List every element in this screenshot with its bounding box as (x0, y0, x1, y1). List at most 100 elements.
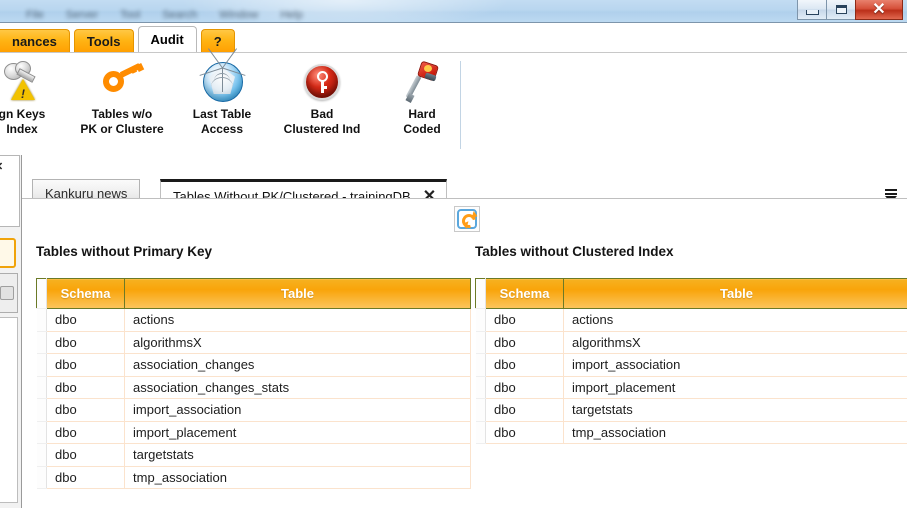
keys-warning-icon: ! (1, 61, 43, 103)
cell-schema[interactable]: dbo (46, 376, 125, 399)
table-row[interactable]: dbo actions (36, 308, 471, 332)
grid-tables-without-clustered-index[interactable]: Schema Table dbo actions dbo algorithmsX dbo… (475, 278, 907, 444)
table-row[interactable]: dbo import_association (36, 398, 471, 422)
cell-table[interactable]: import_placement (563, 376, 907, 399)
panel-title: Tables without Clustered Index (475, 244, 674, 259)
cell-schema[interactable]: dbo (46, 443, 125, 467)
grid-row-selector-header (475, 278, 486, 309)
cell-table[interactable]: targetstats (563, 398, 907, 422)
cell-table[interactable]: actions (124, 308, 471, 332)
cell-table[interactable]: import_association (563, 353, 907, 377)
row-selector-cell[interactable] (475, 353, 486, 377)
ribbon-button-last-table-access[interactable]: Last Table Access (172, 48, 272, 137)
left-panel-highlighted-item[interactable] (0, 238, 16, 268)
table-row[interactable]: dbo tmp_association (475, 421, 907, 444)
cell-table[interactable]: actions (563, 308, 907, 332)
row-selector-cell[interactable] (36, 308, 47, 332)
ribbon-button-label-line1: Last Table (192, 107, 252, 121)
table-row[interactable]: dbo algorithmsX (475, 331, 907, 354)
panel-close-icon[interactable]: ✕ (0, 162, 3, 173)
ribbon-button-foreign-keys-without-index[interactable]: ! gn Keys Index (0, 57, 72, 137)
ribbon-button-hard-coded[interactable]: Hard Coded (372, 57, 472, 137)
cell-table[interactable]: tmp_association (563, 421, 907, 444)
left-docked-panel-strip[interactable]: ✕ (0, 155, 22, 508)
cell-schema[interactable]: dbo (485, 376, 564, 399)
ribbon-tab-help[interactable]: ? (200, 29, 235, 53)
minimize-icon (805, 9, 819, 15)
row-selector-cell[interactable] (36, 398, 47, 422)
ribbon-button-label-line1: Bad (310, 107, 334, 121)
row-selector-cell[interactable] (475, 421, 486, 444)
cell-schema[interactable]: dbo (46, 466, 125, 489)
row-selector-cell[interactable] (36, 466, 47, 489)
cell-schema[interactable]: dbo (46, 353, 125, 377)
ribbon-button-tables-without-pk-or-clustered[interactable]: Tables w/o PK or Clustere (72, 57, 172, 137)
menu-item[interactable]: Search (162, 9, 197, 21)
cell-schema[interactable]: dbo (485, 421, 564, 444)
ribbon-tab-tools[interactable]: Tools (73, 29, 134, 53)
minimize-button[interactable] (797, 0, 827, 20)
cell-schema[interactable]: dbo (485, 398, 564, 422)
grid-column-header-table[interactable]: Table (124, 278, 471, 309)
ribbon-button-label-line2: Coded (403, 122, 441, 136)
table-row[interactable]: dbo targetstats (475, 398, 907, 422)
ribbon-button-bad-clustered-index[interactable]: Bad Clustered Ind (272, 57, 372, 137)
cell-schema[interactable]: dbo (46, 308, 125, 332)
table-row[interactable]: dbo import_placement (475, 376, 907, 399)
cell-table[interactable]: algorithmsX (124, 331, 471, 354)
ribbon: nances Tools Audit ? ! gn Keys Index Tab… (0, 23, 907, 155)
row-selector-cell[interactable] (36, 331, 47, 354)
grid-header-row: Schema Table (36, 278, 471, 309)
maximize-button[interactable] (826, 0, 856, 20)
menu-item[interactable]: Help (280, 9, 303, 21)
cell-table[interactable]: association_changes (124, 353, 471, 377)
ribbon-tab-maintenances[interactable]: nances (0, 29, 70, 53)
cell-schema[interactable]: dbo (46, 398, 125, 422)
cell-schema[interactable]: dbo (485, 308, 564, 332)
row-selector-cell[interactable] (475, 398, 486, 422)
left-panel-grey-item[interactable] (0, 273, 18, 313)
table-row[interactable]: dbo tmp_association (36, 466, 471, 489)
menu-item[interactable]: Server (66, 9, 98, 21)
table-row[interactable]: dbo association_changes_stats (36, 376, 471, 399)
cell-table[interactable]: import_association (124, 398, 471, 422)
cell-table[interactable]: algorithmsX (563, 331, 907, 354)
table-row[interactable]: dbo import_association (475, 353, 907, 377)
close-button[interactable]: ✕ (855, 0, 903, 20)
table-row[interactable]: dbo association_changes (36, 353, 471, 377)
table-row[interactable]: dbo targetstats (36, 443, 471, 467)
grid-header-row: Schema Table (475, 278, 907, 309)
cell-table[interactable]: import_placement (124, 421, 471, 444)
cell-table[interactable]: association_changes_stats (124, 376, 471, 399)
row-selector-cell[interactable] (475, 331, 486, 354)
cell-schema[interactable]: dbo (46, 421, 125, 444)
row-selector-cell[interactable] (475, 376, 486, 399)
row-selector-cell[interactable] (36, 353, 47, 377)
row-selector-cell[interactable] (36, 376, 47, 399)
main-menu-bar[interactable]: File Server Tool Search Window Help (0, 9, 420, 21)
menu-item[interactable]: File (26, 9, 44, 21)
grid-column-header-schema[interactable]: Schema (485, 278, 564, 309)
left-panel-list[interactable] (0, 317, 18, 503)
table-row[interactable]: dbo algorithmsX (36, 331, 471, 354)
cell-table[interactable]: tmp_association (124, 466, 471, 489)
cell-schema[interactable]: dbo (485, 331, 564, 354)
row-selector-cell[interactable] (36, 421, 47, 444)
row-selector-cell[interactable] (475, 308, 486, 332)
ribbon-tab-audit[interactable]: Audit (137, 26, 197, 53)
table-row[interactable]: dbo import_placement (36, 421, 471, 444)
refresh-button[interactable] (454, 206, 480, 232)
menu-item[interactable]: Window (219, 9, 258, 21)
maximize-icon (835, 5, 847, 14)
menu-item[interactable]: Tool (120, 9, 140, 21)
cell-table[interactable]: targetstats (124, 443, 471, 467)
table-row[interactable]: dbo actions (475, 308, 907, 332)
ribbon-button-label-line1: Tables w/o (91, 107, 153, 121)
ribbon-button-label-line1: Hard (408, 107, 436, 121)
cell-schema[interactable]: dbo (485, 353, 564, 377)
grid-column-header-schema[interactable]: Schema (46, 278, 125, 309)
row-selector-cell[interactable] (36, 443, 47, 467)
cell-schema[interactable]: dbo (46, 331, 125, 354)
grid-column-header-table[interactable]: Table (563, 278, 907, 309)
grid-tables-without-primary-key[interactable]: Schema Table dbo actions dbo algorithmsX dbo… (36, 278, 471, 489)
